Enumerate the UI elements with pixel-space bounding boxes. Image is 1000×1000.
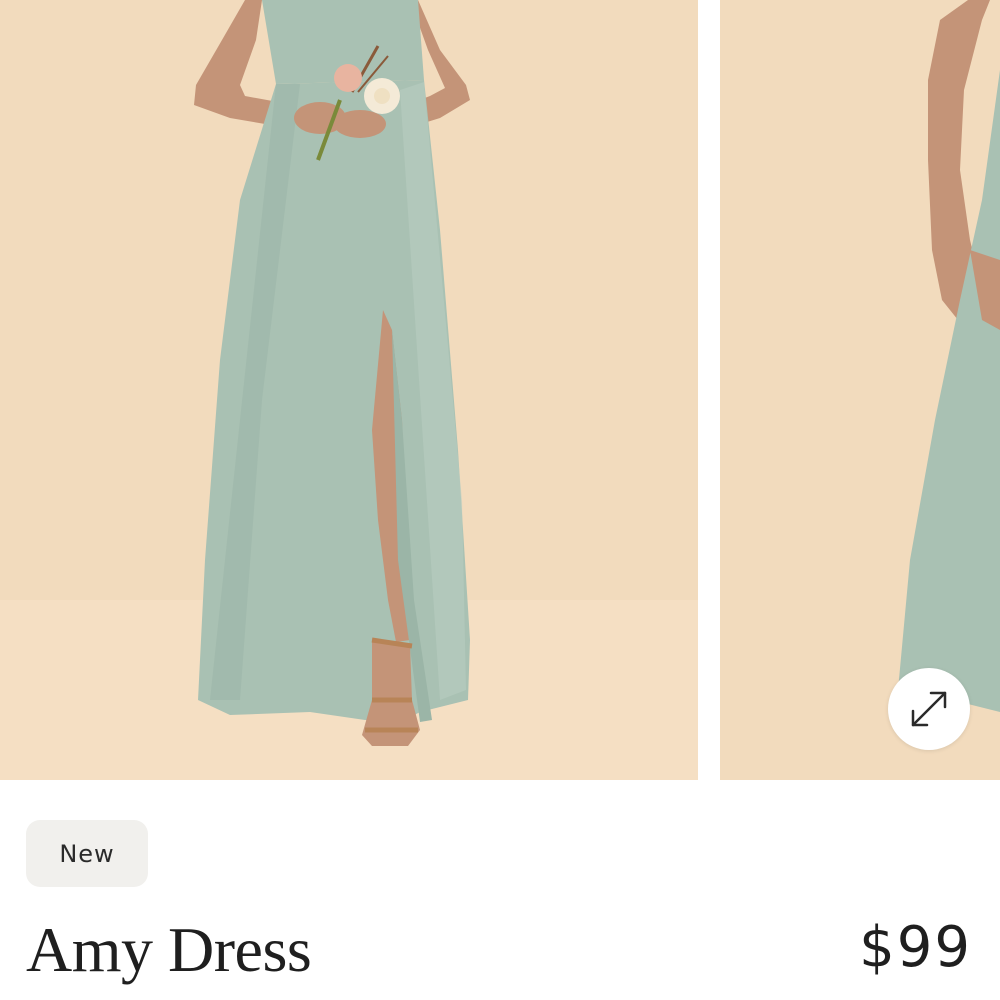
dress-front-image	[0, 0, 698, 780]
product-price: $99	[859, 915, 972, 980]
expand-image-button[interactable]	[888, 668, 970, 750]
product-photo-front[interactable]	[0, 0, 698, 780]
product-photo-back[interactable]	[720, 0, 1000, 780]
product-name: Amy Dress	[26, 914, 312, 985]
new-badge: New	[26, 820, 148, 887]
expand-arrows-icon	[911, 691, 947, 727]
dress-back-image	[720, 0, 1000, 780]
product-image-gallery[interactable]	[0, 0, 1000, 780]
